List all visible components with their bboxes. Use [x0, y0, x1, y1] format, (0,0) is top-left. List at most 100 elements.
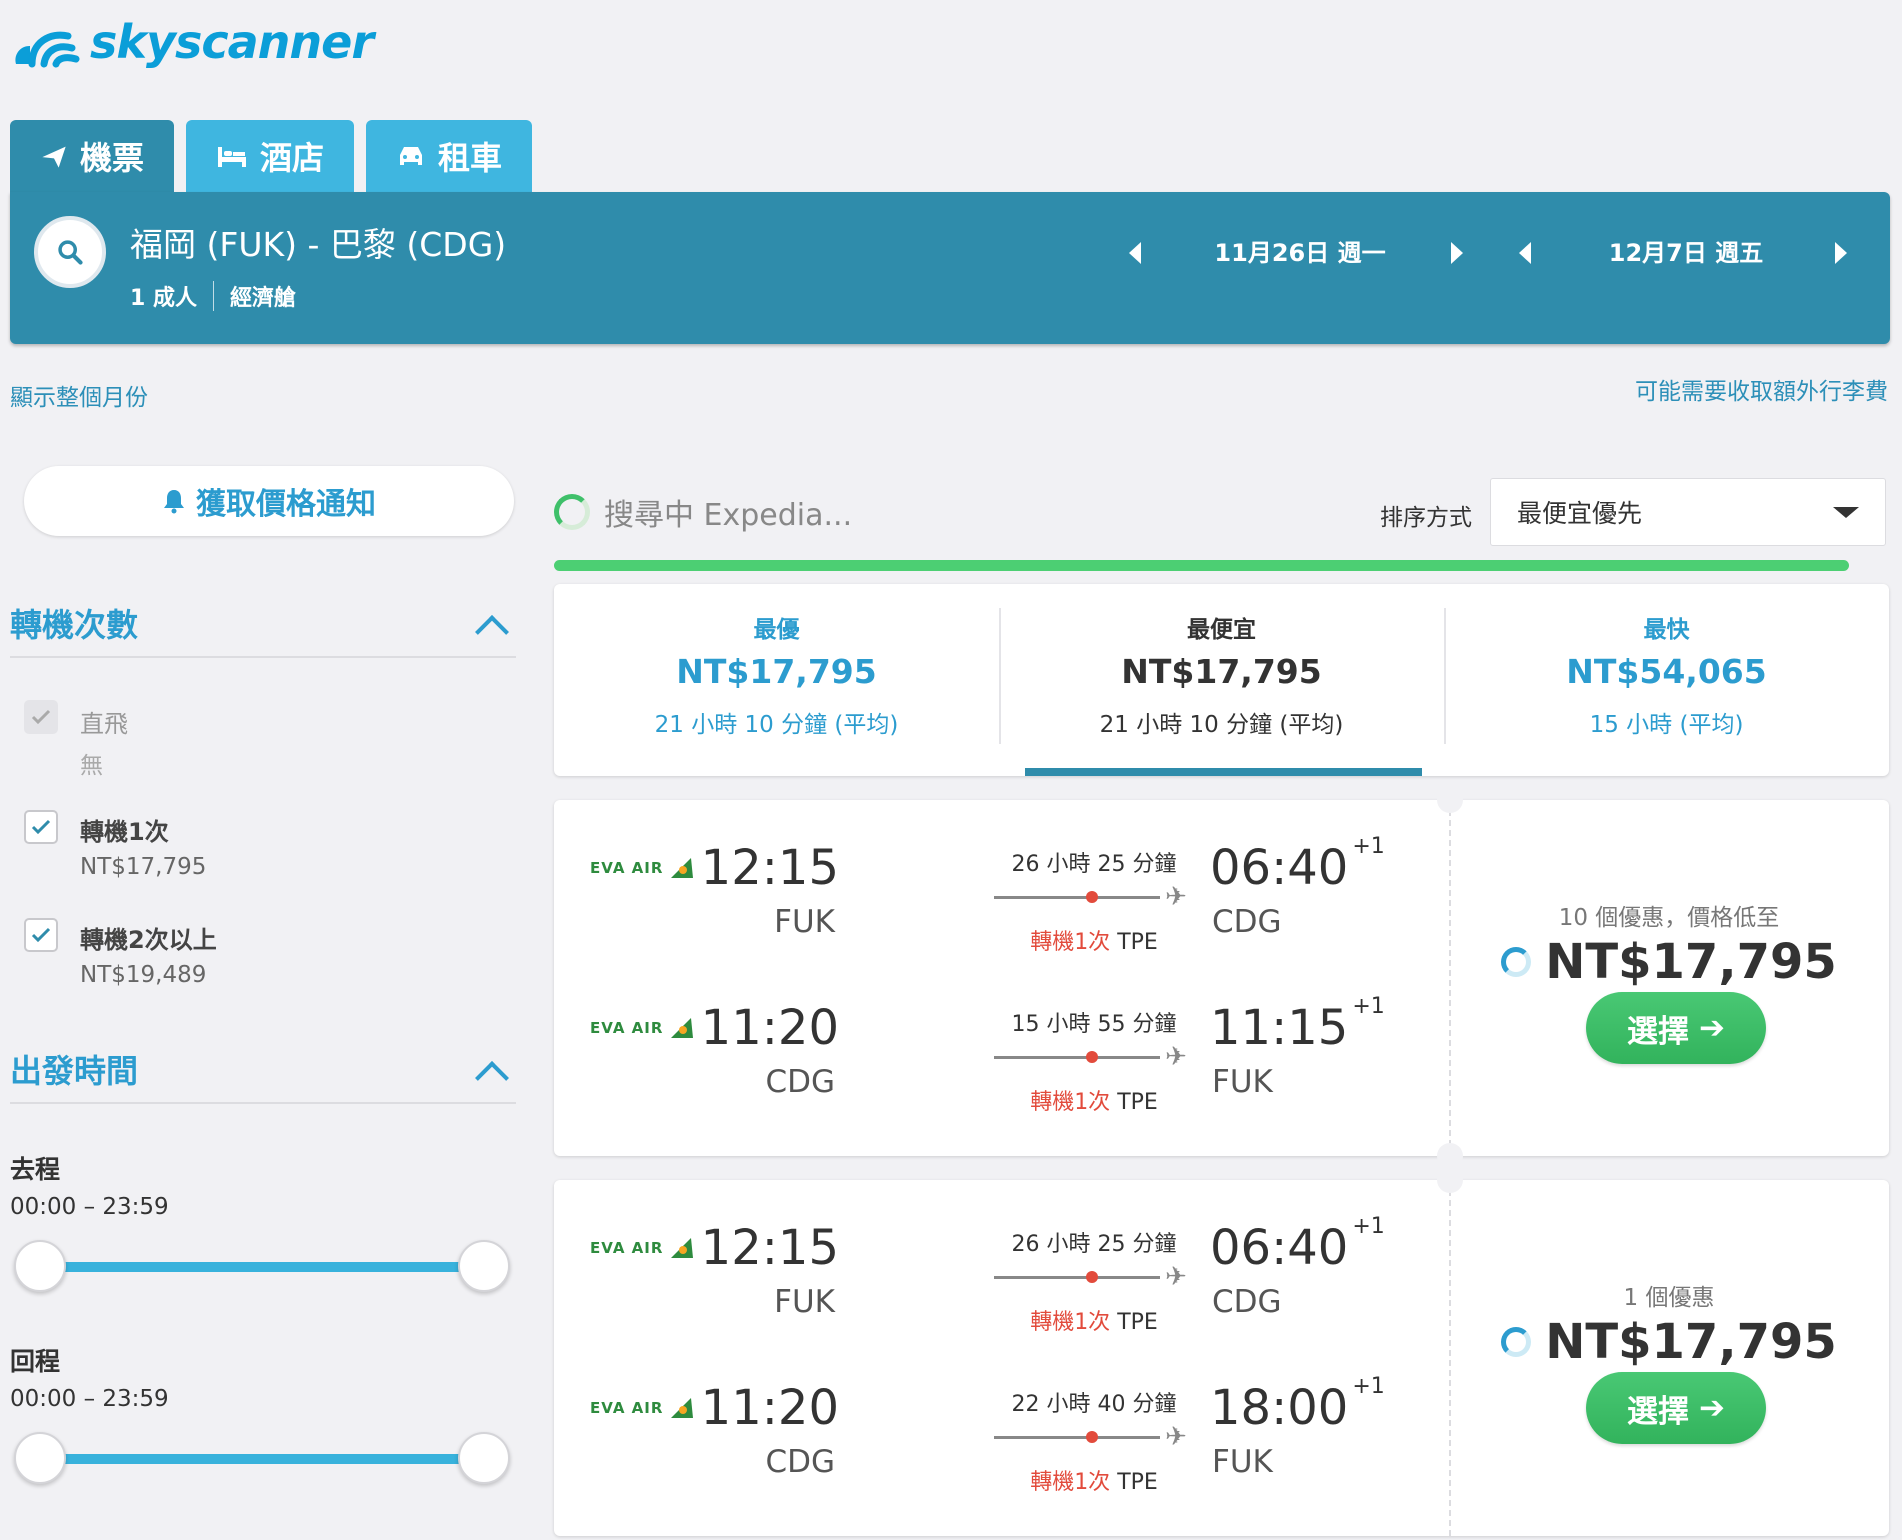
stop-dot — [1086, 891, 1098, 903]
loading-spinner-icon — [554, 494, 590, 530]
tab-label: 機票 — [80, 139, 145, 177]
day-offset: +1 — [1352, 834, 1385, 859]
day-offset: +1 — [1352, 994, 1385, 1019]
outbound-time-range: 00:00 – 23:59 — [10, 1194, 169, 1220]
summary-best[interactable]: 最優 NT$17,795 21 小時 10 分鐘 (平均) — [554, 584, 999, 776]
arrival-time: 18:00 +1 — [1210, 1374, 1385, 1436]
plane-icon — [42, 146, 66, 168]
sort-label: 排序方式 — [1380, 505, 1472, 531]
show-whole-month-link[interactable]: 顯示整個月份 — [10, 378, 148, 412]
tab-label: 租車 — [438, 139, 503, 177]
airline-name: EVA AIR — [590, 1019, 664, 1037]
route-line — [994, 1056, 1160, 1059]
stops-count: 轉機1次 — [1030, 1470, 1111, 1495]
return-date[interactable]: 12月7日 週五 — [1556, 228, 1816, 278]
baggage-fees-link[interactable]: 可能需要收取額外行李費 — [1635, 372, 1888, 406]
departure-time-filter-title[interactable]: 出發時間 — [10, 1046, 138, 1092]
triangle-left-icon — [1129, 242, 1141, 264]
search-progress-bar — [554, 560, 1849, 571]
outbound-slider-max-handle[interactable] — [458, 1240, 510, 1292]
check-icon — [31, 927, 51, 943]
stops-info: 轉機1次 TPE — [994, 924, 1194, 956]
arrival-airport: FUK — [1212, 1064, 1273, 1100]
plane-icon: ✈ — [1165, 1422, 1187, 1452]
summary-duration: 15 小時 (平均) — [1589, 712, 1744, 738]
stops-two-plus-checkbox[interactable] — [24, 918, 58, 952]
via-airport: TPE — [1117, 930, 1158, 955]
plane-icon: ✈ — [1165, 1042, 1187, 1072]
caret-down-icon — [1833, 506, 1859, 518]
depart-date-prev-button[interactable] — [1120, 228, 1150, 278]
arrival-time: 06:40 +1 — [1210, 1214, 1385, 1276]
return-date-next-button[interactable] — [1826, 228, 1856, 278]
airline-name: EVA AIR — [590, 859, 664, 877]
summary-cheapest[interactable]: 最便宜 NT$17,795 21 小時 10 分鐘 (平均) — [999, 584, 1444, 776]
result-card[interactable]: EVA AIR 12:15 FUK 26 小時 25 分鐘 ✈ 轉機1次 TPE… — [554, 1167, 1889, 1536]
depart-date-next-button[interactable] — [1442, 228, 1472, 278]
return-leg: EVA AIR 11:20 CDG 22 小時 40 分鐘 ✈ 轉機1次 TPE… — [554, 1340, 1449, 1500]
check-icon — [31, 819, 51, 835]
stops-direct-checkbox[interactable] — [24, 700, 58, 734]
search-button[interactable] — [34, 216, 106, 288]
return-slider-min-handle[interactable] — [14, 1432, 66, 1484]
passenger-cabin-info[interactable]: 1 成人 經濟艙 — [130, 280, 296, 312]
departure-time: 11:20 — [700, 1000, 839, 1056]
outbound-time-slider[interactable] — [40, 1262, 486, 1272]
route-title[interactable]: 福岡 (FUK) - 巴黎 (CDG) — [130, 218, 506, 266]
car-icon — [400, 147, 423, 165]
plane-icon: ✈ — [1165, 1262, 1187, 1292]
result-card[interactable]: EVA AIR 12:15 FUK 26 小時 25 分鐘 ✈ 轉機1次 TPE… — [554, 787, 1889, 1169]
return-date-prev-button[interactable] — [1510, 228, 1540, 278]
arrival-time-value: 18:00 — [1210, 1380, 1349, 1436]
search-summary-bar: 福岡 (FUK) - 巴黎 (CDG) 1 成人 經濟艙 11月26日 週一 1… — [10, 192, 1890, 344]
stops-filter-title[interactable]: 轉機次數 — [10, 600, 138, 646]
arrival-airport: CDG — [1212, 904, 1282, 940]
return-time-slider[interactable] — [40, 1454, 486, 1464]
flight-duration: 26 小時 25 分鐘 — [1011, 852, 1177, 877]
summary-tabs: 最優 NT$17,795 21 小時 10 分鐘 (平均) 最便宜 NT$17,… — [554, 584, 1889, 776]
price-value: NT$17,795 — [1545, 1314, 1837, 1370]
price-alert-label: 獲取價格通知 — [196, 487, 376, 522]
stops-info: 轉機1次 TPE — [994, 1304, 1194, 1336]
return-slider-max-handle[interactable] — [458, 1432, 510, 1484]
stops-option-label: 轉機2次以上 — [80, 926, 217, 954]
flight-duration: 15 小時 55 分鐘 — [1011, 1012, 1177, 1037]
bell-icon — [164, 490, 184, 514]
arrow-right-icon: ➔ — [1699, 1390, 1725, 1426]
chevron-up-icon[interactable] — [475, 615, 509, 649]
summary-fastest[interactable]: 最快 NT$54,065 15 小時 (平均) — [1444, 584, 1889, 776]
stops-one-checkbox[interactable] — [24, 810, 58, 844]
tab-label: 酒店 — [260, 139, 325, 177]
select-label: 選擇 — [1627, 1013, 1689, 1050]
outbound-time-label: 去程 — [10, 1155, 61, 1184]
tab-car-rental[interactable]: 租車 — [366, 120, 533, 192]
summary-price: NT$54,065 — [1566, 652, 1767, 691]
summary-label: 最便宜 — [1187, 617, 1256, 643]
tab-hotels[interactable]: 酒店 — [186, 120, 355, 192]
airline-name: EVA AIR — [590, 1239, 664, 1257]
brand-name: skyscanner — [90, 15, 374, 69]
select-button[interactable]: 選擇 ➔ — [1586, 992, 1766, 1064]
stops-option-label: 轉機1次 — [80, 818, 169, 846]
stops-count: 轉機1次 — [1030, 1090, 1111, 1115]
stops-info: 轉機1次 TPE — [994, 1084, 1194, 1116]
passengers: 1 成人 — [130, 286, 197, 311]
product-tabs: 機票 酒店 租車 — [10, 120, 533, 192]
triangle-right-icon — [1451, 242, 1463, 264]
stops-count: 轉機1次 — [1030, 1310, 1111, 1335]
chevron-up-icon[interactable] — [475, 1061, 509, 1095]
flight-duration: 22 小時 40 分鐘 — [1011, 1392, 1177, 1417]
airline-logo: EVA AIR — [590, 856, 695, 880]
via-airport: TPE — [1117, 1090, 1158, 1115]
searching-status: 搜尋中 Expedia... — [604, 498, 853, 533]
sort-select[interactable]: 最便宜優先 — [1490, 478, 1886, 546]
depart-date[interactable]: 11月26日 週一 — [1170, 228, 1430, 278]
skyscanner-logo[interactable]: skyscanner — [10, 12, 374, 72]
card-notch — [1437, 1143, 1463, 1169]
tab-flights[interactable]: 機票 — [10, 120, 175, 192]
outbound-slider-min-handle[interactable] — [14, 1240, 66, 1292]
select-button[interactable]: 選擇 ➔ — [1586, 1372, 1766, 1444]
return-leg: EVA AIR 11:20 CDG 15 小時 55 分鐘 ✈ 轉機1次 TPE… — [554, 960, 1449, 1120]
airline-logo: EVA AIR — [590, 1396, 695, 1420]
price-alert-button[interactable]: 獲取價格通知 — [24, 466, 514, 536]
